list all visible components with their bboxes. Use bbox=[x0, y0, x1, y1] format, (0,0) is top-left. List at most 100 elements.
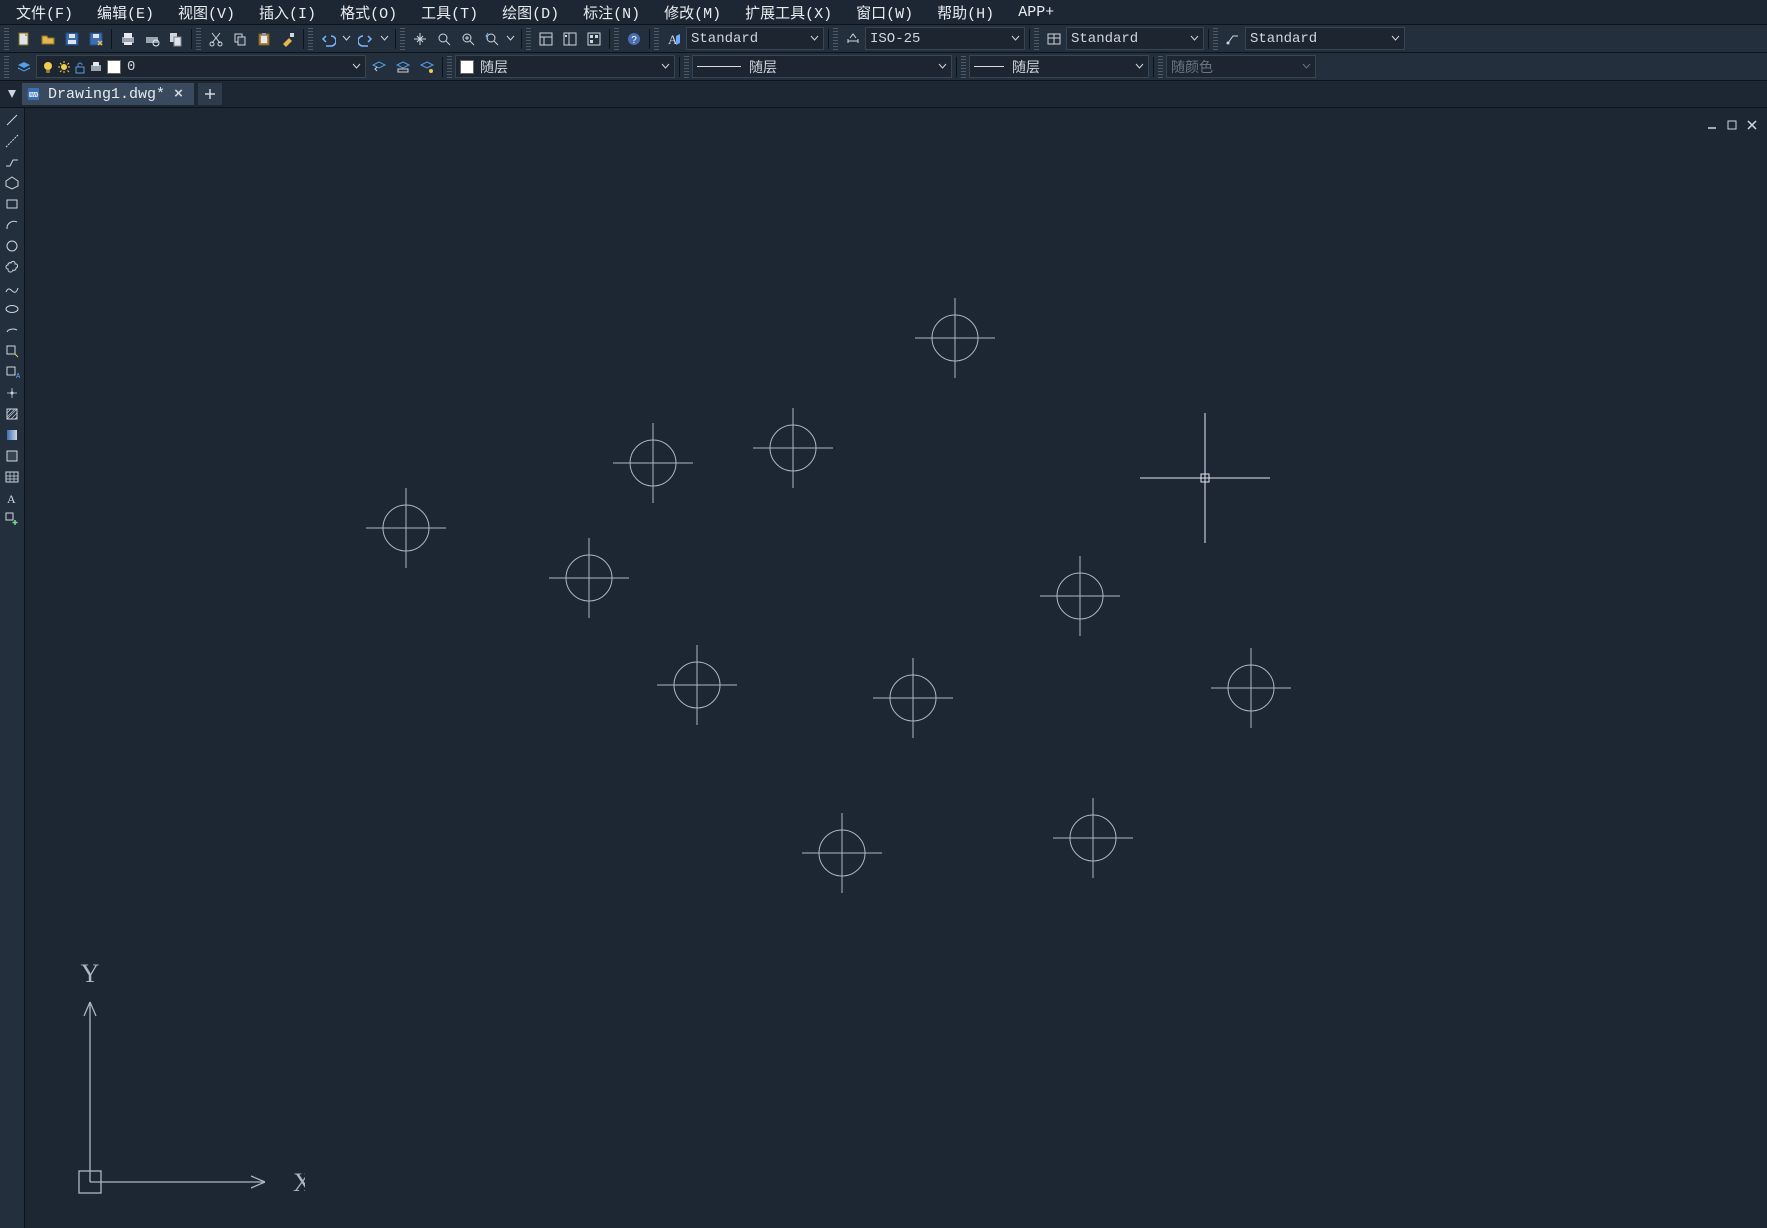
lineweight-combo[interactable]: 随层 bbox=[969, 55, 1149, 78]
point-entity[interactable] bbox=[748, 403, 838, 493]
layer-previous-button[interactable] bbox=[367, 55, 390, 78]
spline-tool[interactable] bbox=[2, 278, 22, 298]
pan-button[interactable] bbox=[408, 27, 431, 50]
undo-dropdown[interactable] bbox=[340, 27, 353, 50]
toolbar-grip[interactable] bbox=[684, 56, 689, 78]
toolbar-grip[interactable] bbox=[1034, 28, 1039, 50]
insert-block-tool[interactable] bbox=[2, 341, 22, 361]
help-button[interactable]: ? bbox=[622, 27, 645, 50]
table-style-icon[interactable] bbox=[1042, 27, 1065, 50]
ellipse-tool[interactable] bbox=[2, 299, 22, 319]
toolbar-grip[interactable] bbox=[447, 56, 452, 78]
point-entity[interactable] bbox=[868, 653, 958, 743]
viewport-close-button[interactable] bbox=[1745, 118, 1759, 132]
tab-list-toggle[interactable] bbox=[4, 86, 20, 102]
point-tool[interactable] bbox=[2, 383, 22, 403]
saveas-button[interactable] bbox=[84, 27, 107, 50]
rectangle-tool[interactable] bbox=[2, 194, 22, 214]
menu-tools[interactable]: 工具(T) bbox=[409, 0, 490, 25]
toolbar-grip[interactable] bbox=[4, 28, 9, 50]
zoom-realtime-button[interactable] bbox=[432, 27, 455, 50]
table-style-combo[interactable]: Standard bbox=[1066, 27, 1204, 50]
zoom-window-button[interactable] bbox=[456, 27, 479, 50]
viewport-restore-button[interactable] bbox=[1725, 118, 1739, 132]
point-entity[interactable] bbox=[652, 640, 742, 730]
mleader-style-combo[interactable]: Standard bbox=[1245, 27, 1405, 50]
plotstyle-combo[interactable]: 随颜色 bbox=[1166, 55, 1316, 78]
polyline-tool[interactable] bbox=[2, 152, 22, 172]
properties-button[interactable] bbox=[534, 27, 557, 50]
menu-file[interactable]: 文件(F) bbox=[4, 0, 85, 25]
viewport-minimize-button[interactable] bbox=[1705, 118, 1719, 132]
zoom-previous-button[interactable] bbox=[480, 27, 503, 50]
toolbar-grip[interactable] bbox=[614, 28, 619, 50]
document-tab[interactable]: DWG Drawing1.dwg* × bbox=[22, 83, 194, 105]
dim-style-combo[interactable]: ISO-25 bbox=[865, 27, 1025, 50]
mleader-style-icon[interactable] bbox=[1221, 27, 1244, 50]
redo-button[interactable] bbox=[354, 27, 377, 50]
plot-button[interactable] bbox=[116, 27, 139, 50]
text-style-combo[interactable]: Standard bbox=[686, 27, 824, 50]
menu-appplus[interactable]: APP+ bbox=[1006, 2, 1066, 23]
tool-palettes-button[interactable] bbox=[582, 27, 605, 50]
menu-edit[interactable]: 编辑(E) bbox=[85, 0, 166, 25]
menu-format[interactable]: 格式(O) bbox=[328, 0, 409, 25]
cut-button[interactable] bbox=[204, 27, 227, 50]
region-tool[interactable] bbox=[2, 446, 22, 466]
text-style-icon[interactable]: A bbox=[662, 27, 685, 50]
menu-insert[interactable]: 插入(I) bbox=[247, 0, 328, 25]
xline-tool[interactable] bbox=[2, 131, 22, 151]
arc-tool[interactable] bbox=[2, 215, 22, 235]
design-center-button[interactable] bbox=[558, 27, 581, 50]
plot-preview-button[interactable] bbox=[140, 27, 163, 50]
match-props-button[interactable] bbox=[276, 27, 299, 50]
toolbar-grip[interactable] bbox=[400, 28, 405, 50]
close-tab-button[interactable]: × bbox=[171, 86, 186, 103]
point-entity[interactable] bbox=[1048, 793, 1138, 883]
circle-tool[interactable] bbox=[2, 236, 22, 256]
layer-state-button[interactable] bbox=[391, 55, 414, 78]
layer-combo[interactable]: 0 bbox=[36, 55, 366, 78]
new-button[interactable] bbox=[12, 27, 35, 50]
color-combo[interactable]: 随层 bbox=[455, 55, 675, 78]
menu-dim[interactable]: 标注(N) bbox=[571, 0, 652, 25]
toolbar-grip[interactable] bbox=[1158, 56, 1163, 78]
toolbar-grip[interactable] bbox=[196, 28, 201, 50]
menu-help[interactable]: 帮助(H) bbox=[925, 0, 1006, 25]
new-tab-button[interactable] bbox=[198, 83, 222, 105]
toolbar-grip[interactable] bbox=[308, 28, 313, 50]
toolbar-grip[interactable] bbox=[1213, 28, 1218, 50]
drawing-canvas[interactable]: Y X bbox=[25, 108, 1767, 1228]
layer-isolate-button[interactable] bbox=[415, 55, 438, 78]
line-tool[interactable] bbox=[2, 110, 22, 130]
toolbar-grip[interactable] bbox=[4, 56, 9, 78]
add-selected-tool[interactable] bbox=[2, 509, 22, 529]
menu-draw[interactable]: 绘图(D) bbox=[490, 0, 571, 25]
undo-button[interactable] bbox=[316, 27, 339, 50]
toolbar-grip[interactable] bbox=[654, 28, 659, 50]
menu-window[interactable]: 窗口(W) bbox=[844, 0, 925, 25]
hatch-tool[interactable] bbox=[2, 404, 22, 424]
linetype-combo[interactable]: 随层 bbox=[692, 55, 952, 78]
point-entity[interactable] bbox=[1206, 643, 1296, 733]
point-entity[interactable] bbox=[608, 418, 698, 508]
menu-express[interactable]: 扩展工具(X) bbox=[733, 0, 844, 25]
table-tool[interactable] bbox=[2, 467, 22, 487]
menu-modify[interactable]: 修改(M) bbox=[652, 0, 733, 25]
point-entity[interactable] bbox=[797, 808, 887, 898]
mtext-tool[interactable]: A bbox=[2, 488, 22, 508]
point-entity[interactable] bbox=[361, 483, 451, 573]
point-entity[interactable] bbox=[1035, 551, 1125, 641]
save-button[interactable] bbox=[60, 27, 83, 50]
menu-view[interactable]: 视图(V) bbox=[166, 0, 247, 25]
toolbar-grip[interactable] bbox=[833, 28, 838, 50]
polygon-tool[interactable] bbox=[2, 173, 22, 193]
dim-style-icon[interactable] bbox=[841, 27, 864, 50]
toolbar-grip[interactable] bbox=[526, 28, 531, 50]
layer-manager-button[interactable] bbox=[12, 55, 35, 78]
redo-dropdown[interactable] bbox=[378, 27, 391, 50]
open-button[interactable] bbox=[36, 27, 59, 50]
gradient-tool[interactable] bbox=[2, 425, 22, 445]
paste-button[interactable] bbox=[252, 27, 275, 50]
zoom-dropdown[interactable] bbox=[504, 27, 517, 50]
